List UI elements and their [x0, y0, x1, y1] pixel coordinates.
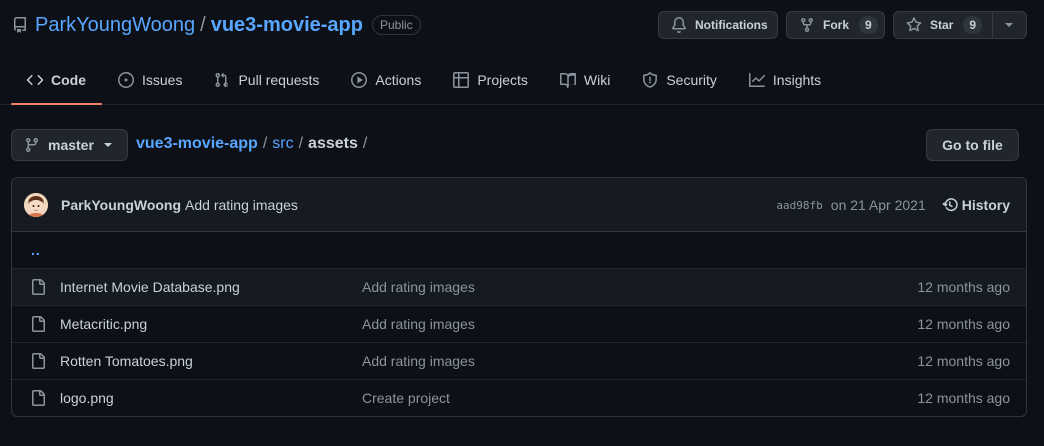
repo-actions: Notifications Fork 9 Star 9	[658, 11, 1027, 39]
graph-icon	[748, 72, 765, 88]
tab-code-label: Code	[51, 72, 86, 88]
commit-author-link[interactable]: ParkYoungWoong	[61, 197, 181, 213]
file-commit-link[interactable]: Add rating images	[362, 353, 475, 369]
branch-name: master	[48, 137, 94, 153]
commit-date: on 21 Apr 2021	[830, 197, 926, 213]
commit-message-link[interactable]: Add rating images	[185, 197, 298, 213]
file-name-link[interactable]: Rotten Tomatoes.png	[60, 353, 193, 369]
file-age: 12 months ago	[917, 390, 1010, 406]
tab-actions[interactable]: Actions	[335, 56, 437, 104]
breadcrumb-current: assets	[308, 135, 358, 152]
file-icon	[30, 353, 46, 369]
play-icon	[351, 72, 368, 88]
file-age: 12 months ago	[917, 316, 1010, 332]
file-icon	[30, 279, 46, 295]
parent-directory-link[interactable]: ..	[31, 242, 41, 258]
file-name-link[interactable]: logo.png	[60, 390, 114, 406]
branch-icon	[24, 137, 40, 153]
repo-header: ParkYoungWoong / vue3-movie-app Public N…	[0, 0, 1044, 50]
parent-directory-row[interactable]: ..	[12, 232, 1026, 268]
star-button[interactable]: Star 9	[906, 12, 992, 38]
breadcrumb-repo-link[interactable]: vue3-movie-app	[136, 135, 258, 153]
breadcrumb-trailing-separator: /	[362, 135, 368, 152]
issue-icon	[118, 72, 134, 88]
history-label: History	[961, 197, 1010, 213]
file-commit-link[interactable]: Add rating images	[362, 316, 475, 332]
visibility-badge: Public	[371, 15, 421, 35]
tab-issues[interactable]: Issues	[102, 56, 198, 104]
history-icon	[942, 197, 958, 213]
repo-tabs: Code Issues Pull requests Actions Projec…	[0, 56, 1044, 105]
fork-label: Fork	[823, 18, 850, 32]
latest-commit-bar: ParkYoungWoong Add rating images aad98fb…	[12, 178, 1026, 232]
star-dropdown-button[interactable]	[992, 12, 1024, 38]
tab-code[interactable]: Code	[11, 56, 102, 105]
table-row[interactable]: logo.png Create project 12 months ago	[12, 379, 1026, 416]
breadcrumb: vue3-movie-app / src / assets /	[136, 135, 372, 153]
tab-security-label: Security	[666, 72, 717, 88]
star-count: 9	[963, 16, 983, 34]
file-icon	[30, 390, 46, 406]
table-icon	[453, 72, 470, 88]
notifications-button[interactable]: Notifications	[658, 11, 778, 39]
file-age: 12 months ago	[917, 353, 1010, 369]
repo-icon	[12, 17, 28, 33]
fork-button[interactable]: Fork 9	[786, 11, 885, 39]
star-icon	[906, 17, 922, 33]
table-row[interactable]: Rotten Tomatoes.png Add rating images 12…	[12, 342, 1026, 379]
breadcrumb-separator: /	[298, 135, 304, 152]
commit-meta: aad98fb on 21 Apr 2021 History	[776, 178, 1010, 232]
file-name-link[interactable]: Metacritic.png	[60, 316, 147, 332]
shield-icon	[642, 72, 658, 88]
tab-actions-label: Actions	[375, 72, 422, 88]
tab-wiki-label: Wiki	[583, 72, 611, 88]
breadcrumb-separator: /	[262, 135, 268, 152]
table-row[interactable]: Metacritic.png Add rating images 12 mont…	[12, 305, 1026, 342]
pull-request-icon	[214, 72, 230, 88]
repo-title: ParkYoungWoong / vue3-movie-app Public	[12, 12, 421, 38]
history-link[interactable]: History	[942, 197, 1010, 213]
chevron-down-icon	[103, 143, 112, 147]
breadcrumb-folder-link[interactable]: src	[272, 135, 293, 153]
file-commit-link[interactable]: Add rating images	[362, 279, 475, 295]
repo-name-link[interactable]: vue3-movie-app	[211, 14, 363, 37]
tab-issues-label: Issues	[142, 72, 183, 88]
file-navigation: master vue3-movie-app / src / assets / G…	[11, 129, 1019, 162]
star-button-group: Star 9	[893, 11, 1027, 39]
avatar[interactable]	[24, 192, 48, 217]
go-to-file-button[interactable]: Go to file	[926, 129, 1019, 161]
commit-sha-link[interactable]: aad98fb	[776, 199, 822, 212]
tab-wiki[interactable]: Wiki	[544, 56, 626, 104]
chevron-down-icon	[1004, 23, 1013, 27]
notifications-label: Notifications	[695, 18, 768, 32]
tab-projects[interactable]: Projects	[437, 56, 544, 104]
tab-pull-requests[interactable]: Pull requests	[198, 56, 335, 104]
tab-insights-label: Insights	[772, 72, 822, 88]
tab-security[interactable]: Security	[626, 56, 733, 104]
tab-projects-label: Projects	[477, 72, 528, 88]
code-icon	[27, 72, 43, 88]
repo-title-separator: /	[200, 13, 206, 36]
file-listing: ParkYoungWoong Add rating images aad98fb…	[11, 177, 1027, 417]
tab-pull-requests-label: Pull requests	[238, 72, 320, 88]
fork-icon	[799, 17, 815, 33]
table-row[interactable]: Internet Movie Database.png Add rating i…	[12, 268, 1026, 305]
book-icon	[559, 72, 576, 88]
file-age: 12 months ago	[917, 279, 1010, 295]
bell-icon	[671, 17, 687, 33]
file-commit-link[interactable]: Create project	[362, 390, 450, 406]
repo-owner-link[interactable]: ParkYoungWoong	[35, 14, 195, 37]
fork-count: 9	[859, 16, 878, 34]
branch-select-button[interactable]: master	[11, 129, 128, 161]
file-name-link[interactable]: Internet Movie Database.png	[60, 279, 240, 295]
tab-insights[interactable]: Insights	[733, 56, 837, 104]
file-icon	[30, 316, 46, 332]
star-label: Star	[930, 18, 954, 32]
